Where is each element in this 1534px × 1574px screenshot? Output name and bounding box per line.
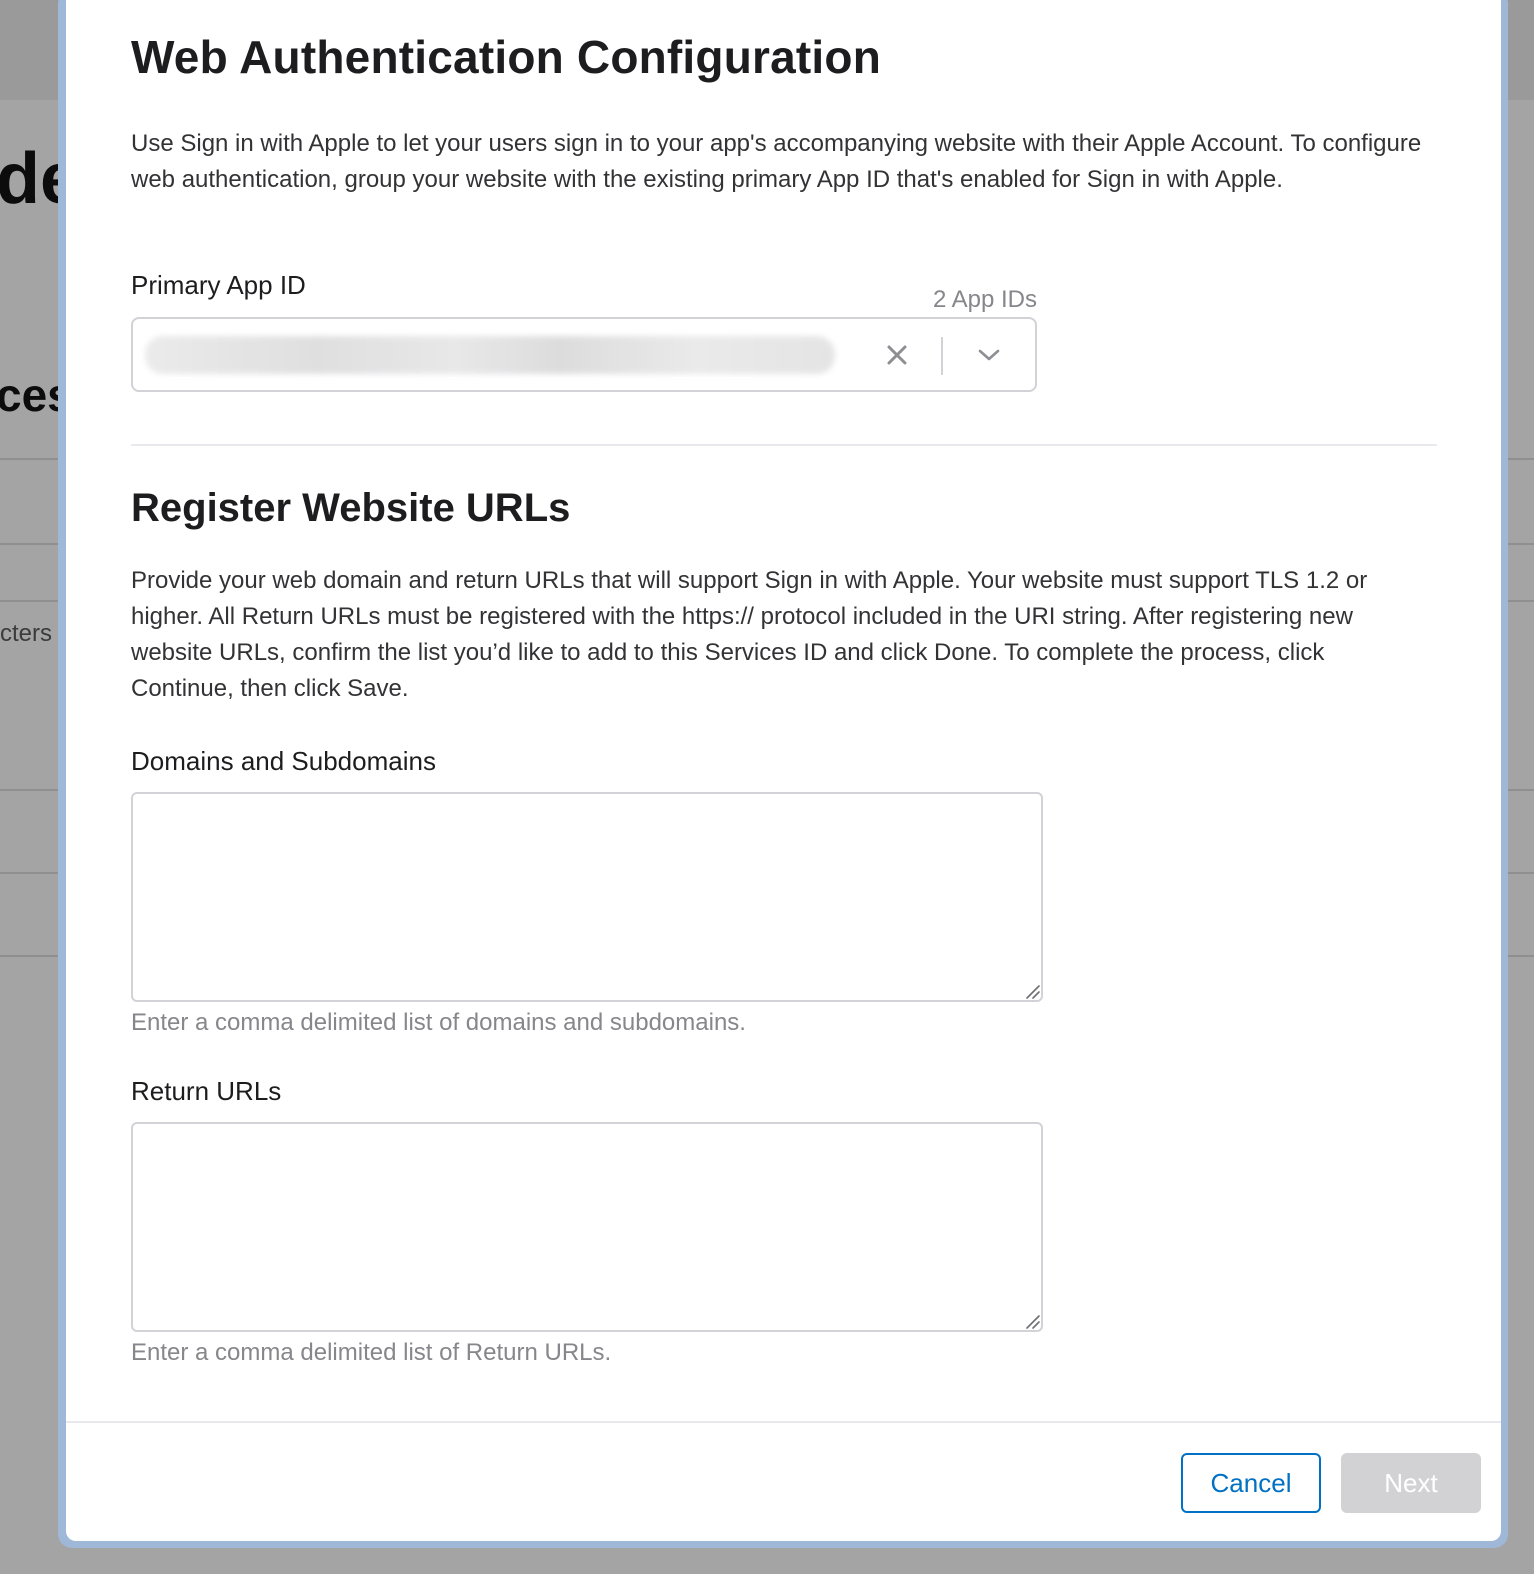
selected-app-id-redacted (145, 336, 835, 374)
close-icon[interactable] (879, 335, 915, 375)
resize-grip-icon[interactable] (1023, 982, 1041, 1000)
footer-divider (66, 1421, 1501, 1423)
domains-textarea[interactable] (131, 792, 1043, 1002)
dialog-title: Web Authentication Configuration (131, 31, 881, 83)
primary-app-id-select[interactable] (131, 317, 1037, 392)
domains-label: Domains and Subdomains (131, 746, 436, 776)
resize-grip-icon[interactable] (1023, 1312, 1041, 1330)
return-urls-label: Return URLs (131, 1076, 282, 1106)
next-button[interactable]: Next (1341, 1453, 1481, 1513)
select-separator (941, 337, 943, 375)
app-id-count: 2 App IDs (932, 286, 1037, 313)
register-section-title: Register Website URLs (131, 486, 571, 530)
return-urls-hint: Enter a comma delimited list of Return U… (131, 1339, 612, 1366)
cancel-button[interactable]: Cancel (1181, 1453, 1321, 1513)
web-auth-config-dialog: Web Authentication Configuration Use Sig… (66, 0, 1501, 1541)
section-divider (131, 444, 1437, 446)
primary-app-id-label: Primary App ID (131, 270, 306, 300)
return-urls-textarea[interactable] (131, 1122, 1043, 1332)
chevron-down-icon[interactable] (969, 335, 1009, 375)
domains-hint: Enter a comma delimited list of domains … (131, 1009, 746, 1036)
dialog-intro: Use Sign in with Apple to let your users… (131, 130, 1422, 193)
register-section-description: Provide your web domain and return URLs … (131, 567, 1368, 702)
